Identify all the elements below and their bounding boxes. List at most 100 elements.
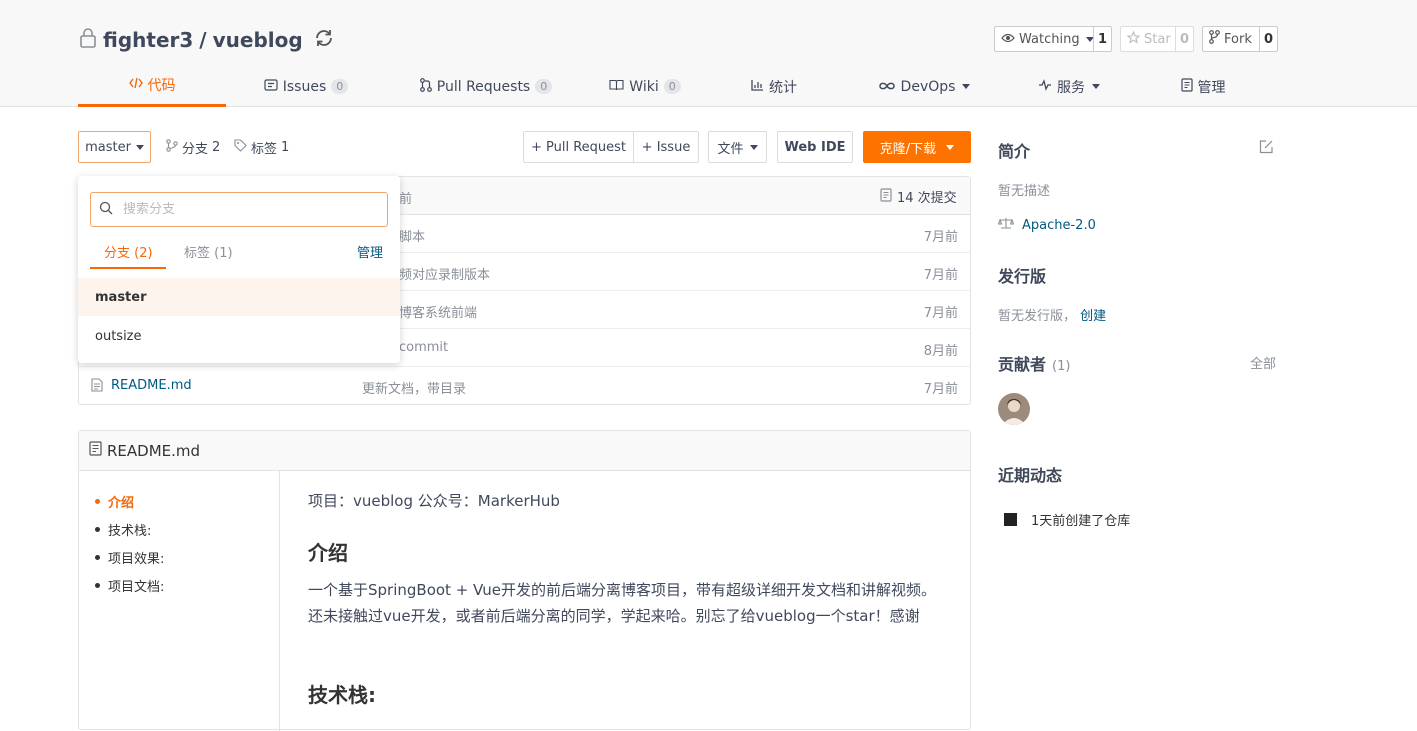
fork-label: Fork <box>1224 31 1252 47</box>
tab-badge: 0 <box>535 79 553 94</box>
activity-avatar-icon <box>1004 513 1017 526</box>
toc-item[interactable]: 技术栈: <box>95 520 151 539</box>
dropdown-tab-branches[interactable]: 分支 (2) <box>104 242 153 261</box>
file-commit-message[interactable]: 脚本 <box>399 226 425 245</box>
tab-wiki[interactable]: Wiki 0 <box>586 66 704 107</box>
readme-header: README.md <box>79 431 970 471</box>
chevron-down-icon <box>962 84 971 89</box>
clone-download-button[interactable]: 克隆/下载 <box>863 131 971 163</box>
pulse-icon <box>1038 78 1052 95</box>
tab-label: 统计 <box>769 79 797 96</box>
avatar[interactable] <box>998 393 1030 425</box>
releases-text: 暂无发行版， <box>998 309 1077 324</box>
watch-button[interactable]: Watching 1 <box>994 26 1112 52</box>
new-pull-request-button[interactable]: + Pull Request <box>523 131 634 163</box>
tab-devops[interactable]: DevOps <box>844 66 1004 107</box>
file-commit-time: 8月前 <box>923 344 958 359</box>
commits-link[interactable]: 14 次提交 <box>880 187 957 206</box>
edit-icon[interactable] <box>1259 139 1274 158</box>
tags-count: 1 <box>281 140 290 155</box>
contributors-all-link[interactable]: 全部 <box>1250 353 1276 372</box>
license-row: Apache-2.0 <box>997 217 1278 233</box>
toc-label: 介绍 <box>108 496 135 511</box>
tab-code[interactable]: 代码 <box>78 66 226 107</box>
watch-label: Watching <box>1019 31 1080 47</box>
eye-icon <box>1001 32 1015 47</box>
tab-label: 服务 <box>1057 79 1085 96</box>
sidebar-contributors: 贡献者 (1) 全部 <box>998 351 1278 425</box>
intro-title: 简介 <box>998 142 1031 161</box>
tag-icon <box>234 139 247 156</box>
repo-owner-link[interactable]: fighter3 <box>103 28 193 52</box>
file-commit-time: 7月前 <box>923 306 958 321</box>
toc-item[interactable]: 项目文档: <box>95 576 164 595</box>
branch-option-master[interactable]: master <box>78 278 400 316</box>
dropdown-tab-tags[interactable]: 标签 (1) <box>184 242 233 261</box>
activity-text: 1天前创建了仓库 <box>1031 514 1131 529</box>
file-commit-message[interactable]: commit <box>399 340 448 355</box>
watch-count[interactable]: 1 <box>1093 27 1111 51</box>
toc-item[interactable]: 介绍 <box>95 492 134 511</box>
readme-intro-line: 项目：vueblog 公众号：MarkerHub <box>308 492 560 510</box>
tab-services[interactable]: 服务 <box>1004 66 1134 107</box>
branch-search[interactable] <box>90 192 388 227</box>
readme-heading-intro: 介绍 <box>308 541 348 565</box>
sidebar-releases: 发行版 暂无发行版， 创建 <box>998 263 1278 324</box>
branch-search-input[interactable] <box>123 202 373 217</box>
tab-stats[interactable]: 统计 <box>704 66 844 107</box>
clone-label: 克隆/下载 <box>879 141 937 157</box>
web-ide-button[interactable]: Web IDE <box>777 131 853 163</box>
sync-icon[interactable] <box>313 27 335 54</box>
tab-label: 管理 <box>1197 79 1226 96</box>
bullet-icon <box>95 527 100 532</box>
toc-label: 技术栈: <box>108 524 152 539</box>
star-label: Star <box>1144 31 1171 47</box>
scale-icon <box>997 217 1015 233</box>
releases-row: 暂无发行版， 创建 <box>998 305 1278 324</box>
tab-manage[interactable]: 管理 <box>1134 66 1272 107</box>
toc-item[interactable]: 项目效果: <box>95 548 164 567</box>
dropdown-manage-link[interactable]: 管理 <box>357 242 383 261</box>
tags-label: 标签 <box>251 142 278 157</box>
tab-pull-requests[interactable]: Pull Requests 0 <box>386 66 586 107</box>
create-release-link[interactable]: 创建 <box>1080 309 1106 324</box>
wiki-icon <box>609 79 624 95</box>
fork-button[interactable]: Fork 0 <box>1202 26 1278 52</box>
readme-heading-stack: 技术栈: <box>308 683 376 707</box>
file-commit-message[interactable]: 更新文档，带目录 <box>362 378 466 397</box>
star-count[interactable]: 0 <box>1175 27 1193 51</box>
file-commit-message[interactable]: 频对应录制版本 <box>399 264 490 283</box>
files-menu-button[interactable]: 文件 <box>708 131 767 163</box>
file-commit-time: 7月前 <box>923 230 958 245</box>
bullet-icon <box>95 583 100 588</box>
license-link[interactable]: Apache-2.0 <box>1022 218 1096 233</box>
file-row[interactable]: README.md 更新文档，带目录 7月前 <box>79 367 970 405</box>
tab-issues[interactable]: Issues 0 <box>226 66 386 107</box>
star-button[interactable]: Star 0 <box>1120 26 1194 52</box>
fork-count[interactable]: 0 <box>1259 27 1277 51</box>
file-commit-message[interactable]: 博客系统前端 <box>399 302 477 321</box>
sidebar-activity: 近期动态 1天前创建了仓库 <box>998 462 1278 529</box>
repo-header: fighter3 / vueblog Watching 1 Star 0 For… <box>0 0 1417 107</box>
file-icon <box>89 441 102 460</box>
infinity-icon <box>878 79 896 95</box>
chevron-down-icon <box>946 144 955 150</box>
commits-count: 14 次提交 <box>897 191 957 206</box>
lock-icon <box>79 27 97 53</box>
chevron-down-icon <box>135 144 144 150</box>
bullet-icon <box>95 555 100 560</box>
branch-select-button[interactable]: master <box>78 131 151 163</box>
branches-label: 分支 <box>182 142 209 157</box>
readme-title: README.md <box>107 441 201 460</box>
new-issue-button[interactable]: + Issue <box>633 131 699 163</box>
tab-label: DevOps <box>900 78 956 95</box>
branch-option-outsize[interactable]: outsize <box>78 317 400 355</box>
tab-badge: 0 <box>331 79 349 94</box>
repo-name-link[interactable]: vueblog <box>213 28 303 52</box>
toc-label: 项目文档: <box>108 580 165 595</box>
star-icon <box>1126 30 1141 48</box>
branches-link[interactable]: 分支 2 <box>166 138 220 157</box>
file-name-link[interactable]: README.md <box>111 378 192 393</box>
repo-separator: / <box>199 28 207 52</box>
tags-link[interactable]: 标签 1 <box>234 138 289 157</box>
